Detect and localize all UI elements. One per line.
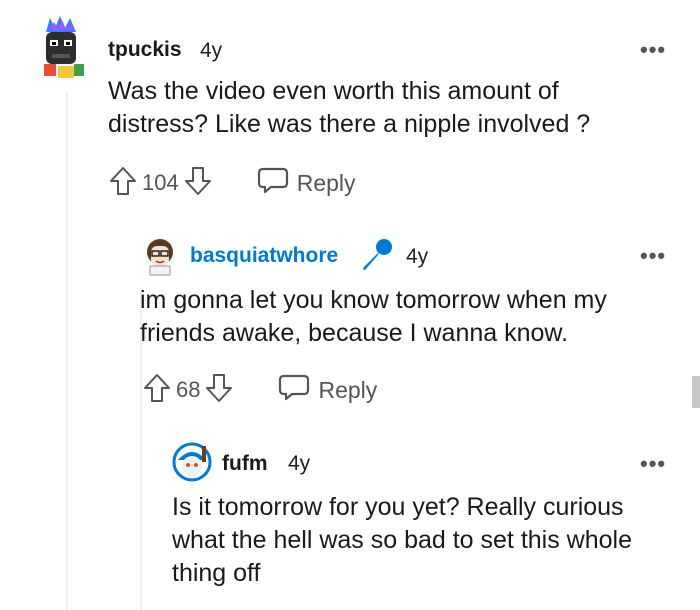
upvote-icon[interactable] <box>108 165 138 202</box>
vote-count: 104 <box>142 170 179 195</box>
vote-count: 68 <box>176 377 201 402</box>
avatar[interactable] <box>172 442 212 482</box>
scrollbar-thumb[interactable] <box>692 376 700 408</box>
vote-bar: 104 Reply <box>108 166 356 200</box>
comment-bubble-icon <box>278 373 318 407</box>
avatar[interactable] <box>144 236 176 276</box>
reply-label: Reply <box>296 169 356 196</box>
reply-button[interactable]: Reply <box>257 166 356 200</box>
reply-button[interactable]: Reply <box>278 373 377 407</box>
avatar[interactable] <box>36 14 86 84</box>
comment-age: 4y <box>406 245 429 268</box>
comment-body: im gonna let you know tomorrow when my f… <box>140 286 607 347</box>
username[interactable]: basquiatwhore <box>190 244 338 268</box>
more-options-button[interactable]: ••• <box>640 453 666 475</box>
microphone-icon <box>358 237 394 273</box>
comment-age: 4y <box>288 452 311 475</box>
comment-age: 4y <box>200 39 223 62</box>
thread-line-1[interactable] <box>66 92 68 610</box>
more-options-button[interactable]: ••• <box>640 39 666 61</box>
more-options-button[interactable]: ••• <box>640 245 666 267</box>
upvote-icon[interactable] <box>142 372 172 409</box>
downvote-icon[interactable] <box>204 372 234 409</box>
username[interactable]: fufm <box>222 452 268 476</box>
comment-body: Is it tomorrow for you yet? Really curio… <box>172 493 632 587</box>
vote-bar: 68 Reply <box>142 373 377 407</box>
comment-body: Was the video even worth this amount of … <box>108 77 591 138</box>
downvote-icon[interactable] <box>183 165 213 202</box>
reply-label: Reply <box>318 376 378 403</box>
username[interactable]: tpuckis <box>108 38 182 62</box>
comment-bubble-icon <box>257 166 297 200</box>
